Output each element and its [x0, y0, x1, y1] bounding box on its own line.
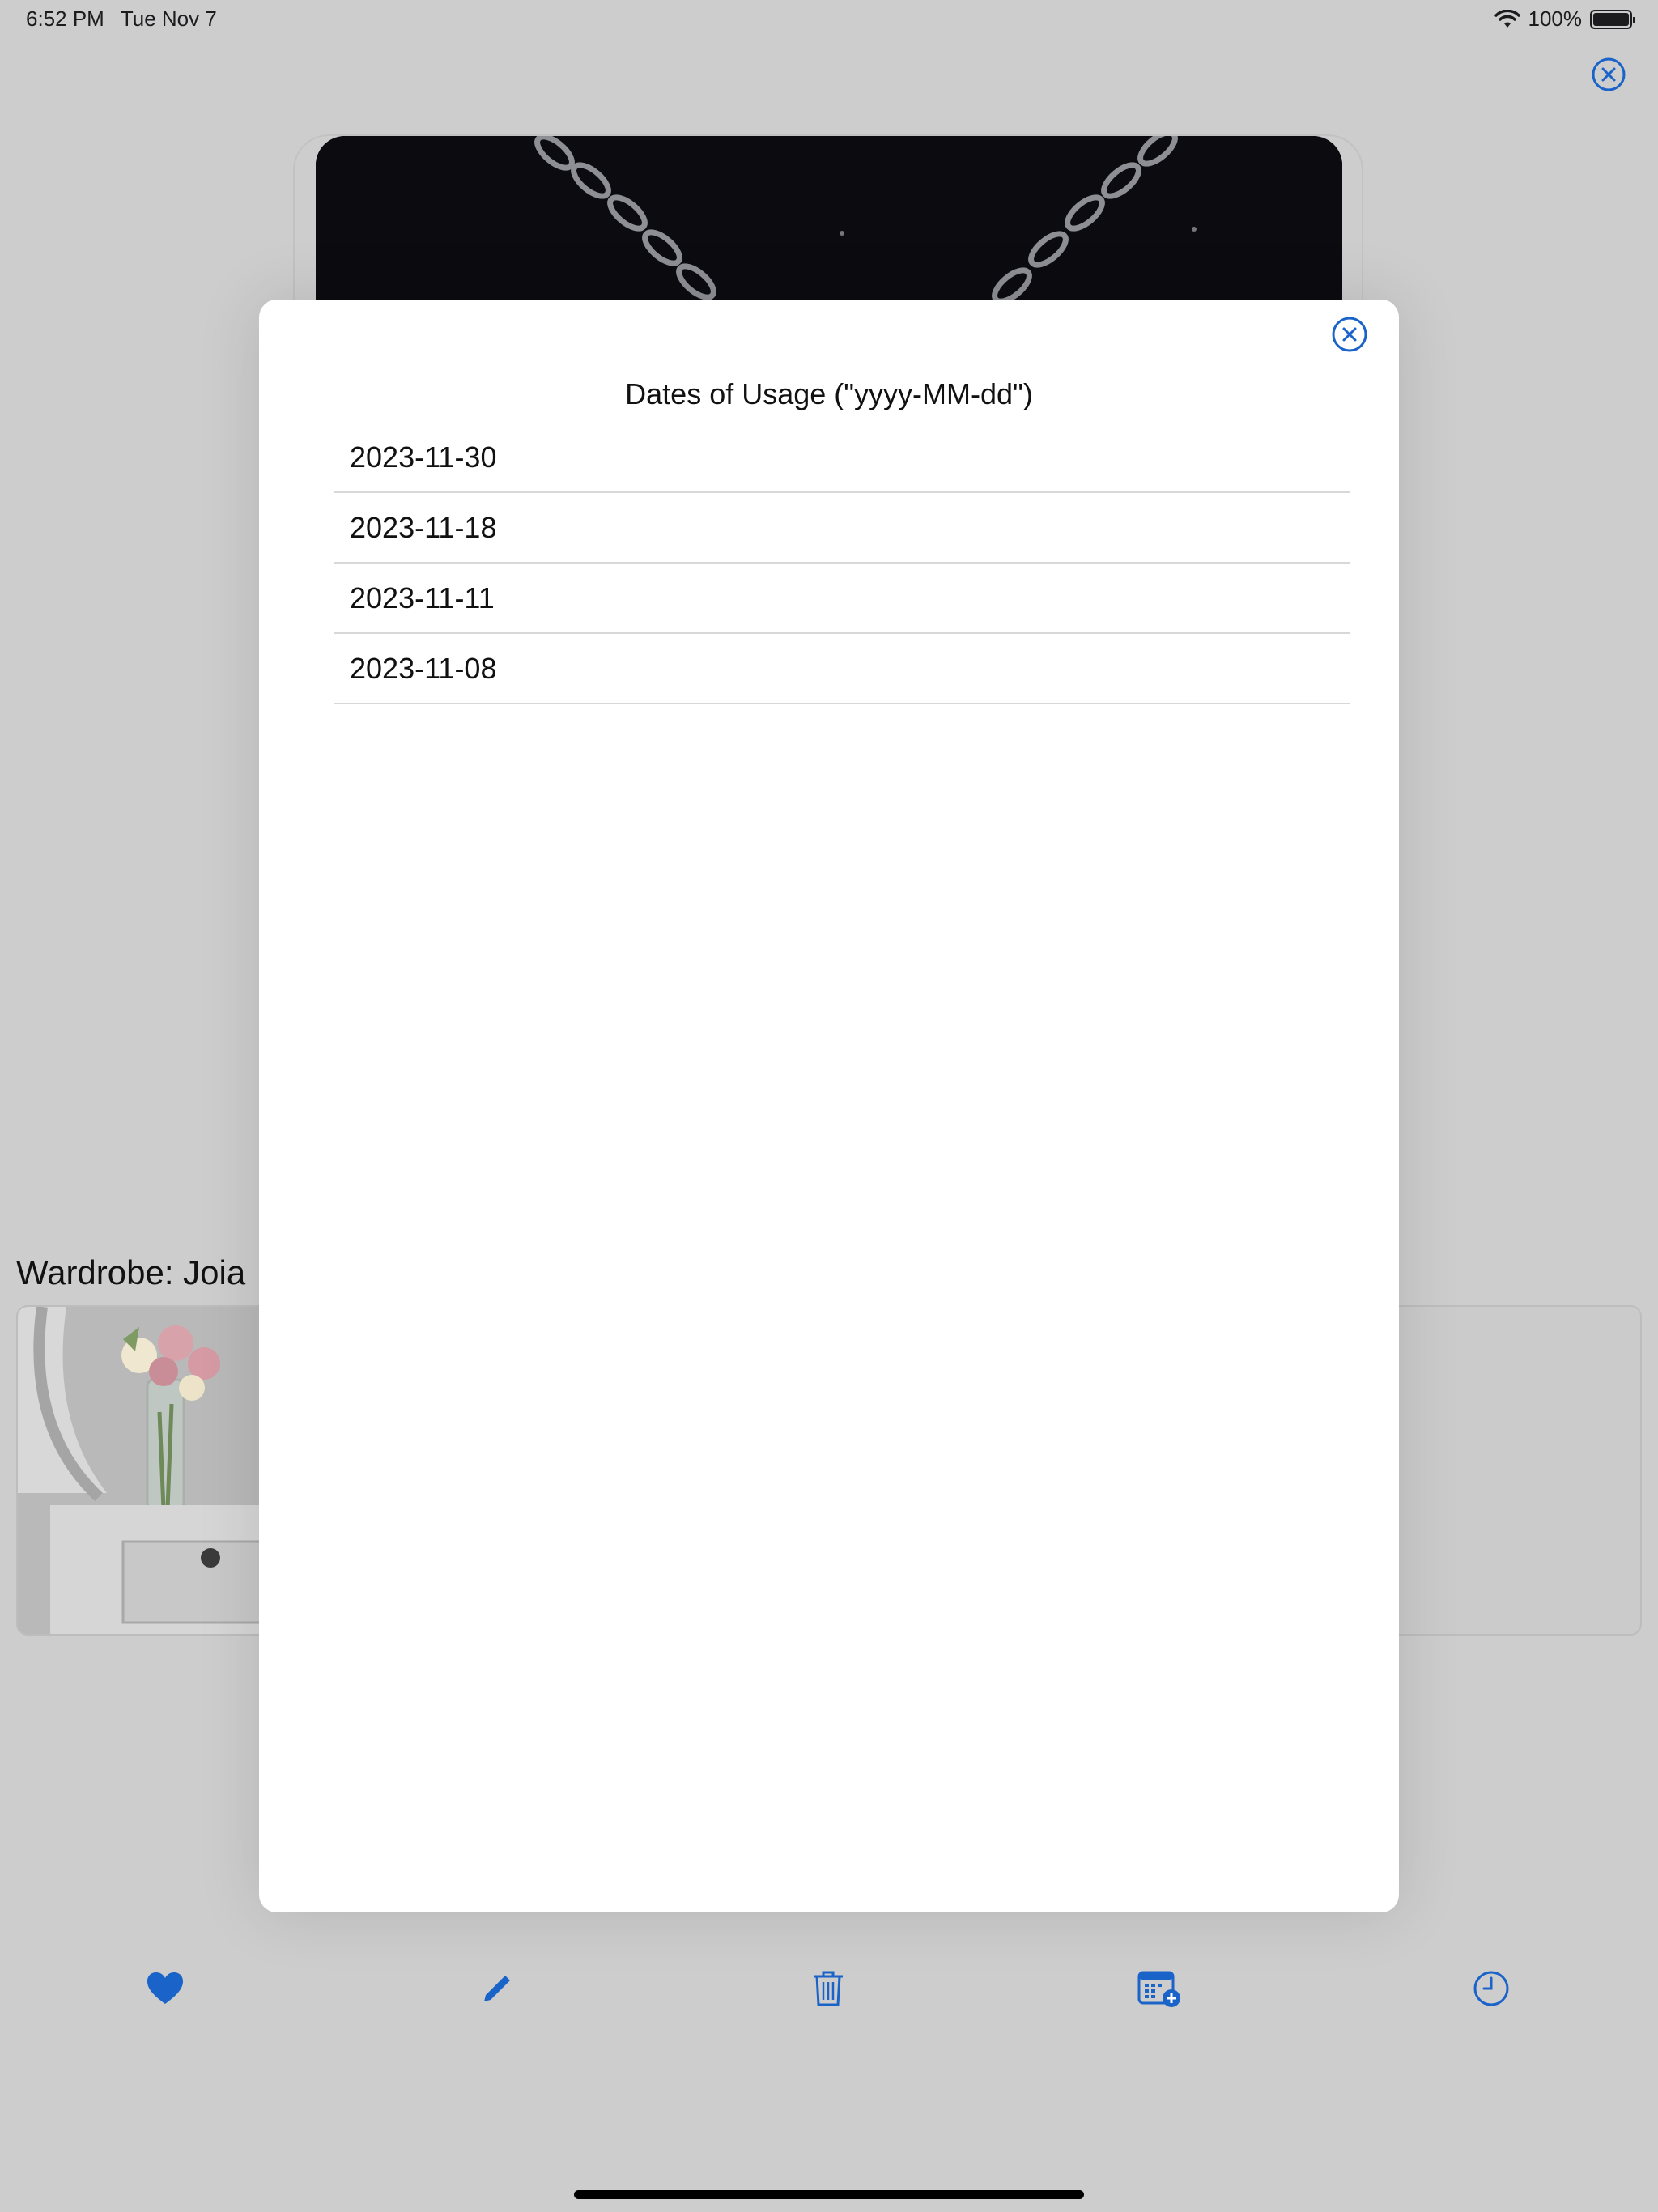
list-item[interactable]: 2023-11-11 [334, 564, 1350, 634]
necklace-image [316, 136, 1342, 302]
clock-icon [1473, 1971, 1509, 2006]
modal-title: Dates of Usage ("yyyy-MM-dd") [625, 377, 1033, 410]
list-item[interactable]: 2023-11-18 [334, 493, 1350, 564]
calendar-add-icon [1137, 1971, 1180, 2007]
trash-icon [814, 1971, 843, 2006]
battery-icon [1590, 9, 1635, 29]
home-indicator[interactable] [574, 2190, 1084, 2199]
status-time: 6:52 PM [26, 6, 104, 31]
add-usage-date-button[interactable] [1137, 1966, 1182, 2011]
history-button[interactable] [1469, 1966, 1514, 2011]
heart-icon [147, 1972, 183, 2004]
usage-date-list: 2023-11-30 2023-11-18 2023-11-11 2023-11… [334, 423, 1350, 704]
usage-dates-modal: Dates of Usage ("yyyy-MM-dd") 2023-11-30… [259, 300, 1399, 1912]
pencil-icon [484, 1976, 510, 2001]
vanity-image [18, 1307, 261, 1634]
item-photo [316, 136, 1342, 302]
status-bar-left: 6:52 PM Tue Nov 7 [26, 6, 217, 32]
close-icon[interactable] [1591, 57, 1626, 92]
wifi-icon [1494, 9, 1520, 28]
list-item[interactable]: 2023-11-30 [334, 423, 1350, 493]
delete-button[interactable] [806, 1966, 851, 2011]
list-item[interactable]: 2023-11-08 [334, 634, 1350, 704]
favorite-button[interactable] [142, 1966, 188, 2011]
battery-percent: 100% [1528, 6, 1583, 31]
status-bar-right: 100% [1494, 6, 1635, 32]
edit-button[interactable] [474, 1966, 520, 2011]
close-icon[interactable] [1331, 316, 1368, 353]
wardrobe-title: Wardrobe: Joia [16, 1253, 246, 1291]
battery-level [1593, 12, 1629, 26]
wardrobe-photo [18, 1307, 261, 1634]
status-date: Tue Nov 7 [120, 6, 217, 31]
